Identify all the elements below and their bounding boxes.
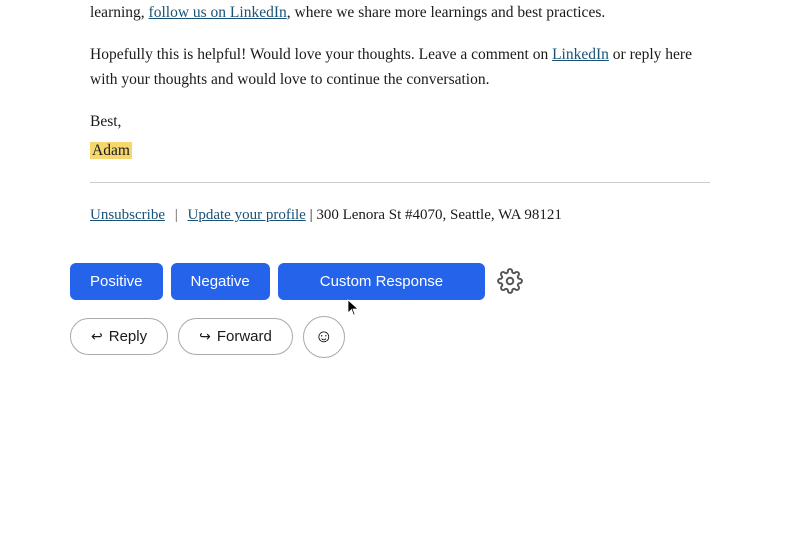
linkedin-link[interactable]: follow us on LinkedIn [149, 4, 287, 21]
emoji-icon: ☺ [315, 326, 333, 347]
linkedin-comment-link[interactable]: LinkedIn [552, 46, 609, 63]
separator-1: | [175, 207, 182, 223]
main-paragraph: Hopefully this is helpful! Would love yo… [90, 42, 710, 93]
forward-label: Forward [217, 328, 272, 345]
mouse-cursor [347, 299, 359, 317]
reply-buttons-row: ↩ Reply ↪ Forward ☺ [70, 316, 730, 358]
update-profile-link[interactable]: Update your profile [188, 207, 306, 223]
email-body: learning, follow us on LinkedIn, where w… [0, 0, 800, 227]
positive-button[interactable]: Positive [70, 263, 163, 300]
section-divider [90, 182, 710, 183]
custom-response-button[interactable]: Custom Response [278, 263, 485, 300]
sentiment-buttons-row: Positive Negative Custom Response [70, 263, 730, 300]
settings-icon[interactable] [497, 268, 523, 294]
negative-button[interactable]: Negative [171, 263, 270, 300]
author-name-highlight: Adam [90, 142, 132, 159]
author-name: Adam [90, 138, 710, 164]
forward-button[interactable]: ↪ Forward [178, 318, 293, 355]
footer-text: Unsubscribe | Update your profile | 300 … [90, 203, 710, 227]
action-buttons-section: Positive Negative Custom Response ↩ Repl… [0, 263, 800, 358]
top-paragraph: learning, follow us on LinkedIn, where w… [90, 0, 710, 26]
emoji-button[interactable]: ☺ [303, 316, 345, 358]
unsubscribe-link[interactable]: Unsubscribe [90, 207, 165, 223]
forward-arrow-icon: ↪ [199, 328, 211, 345]
address-text: 300 Lenora St #4070, Seattle, WA 98121 [316, 207, 562, 223]
reply-label: Reply [109, 328, 147, 345]
reply-button[interactable]: ↩ Reply [70, 318, 168, 355]
reply-arrow-icon: ↩ [91, 328, 103, 345]
greeting-text: Best, [90, 109, 710, 135]
